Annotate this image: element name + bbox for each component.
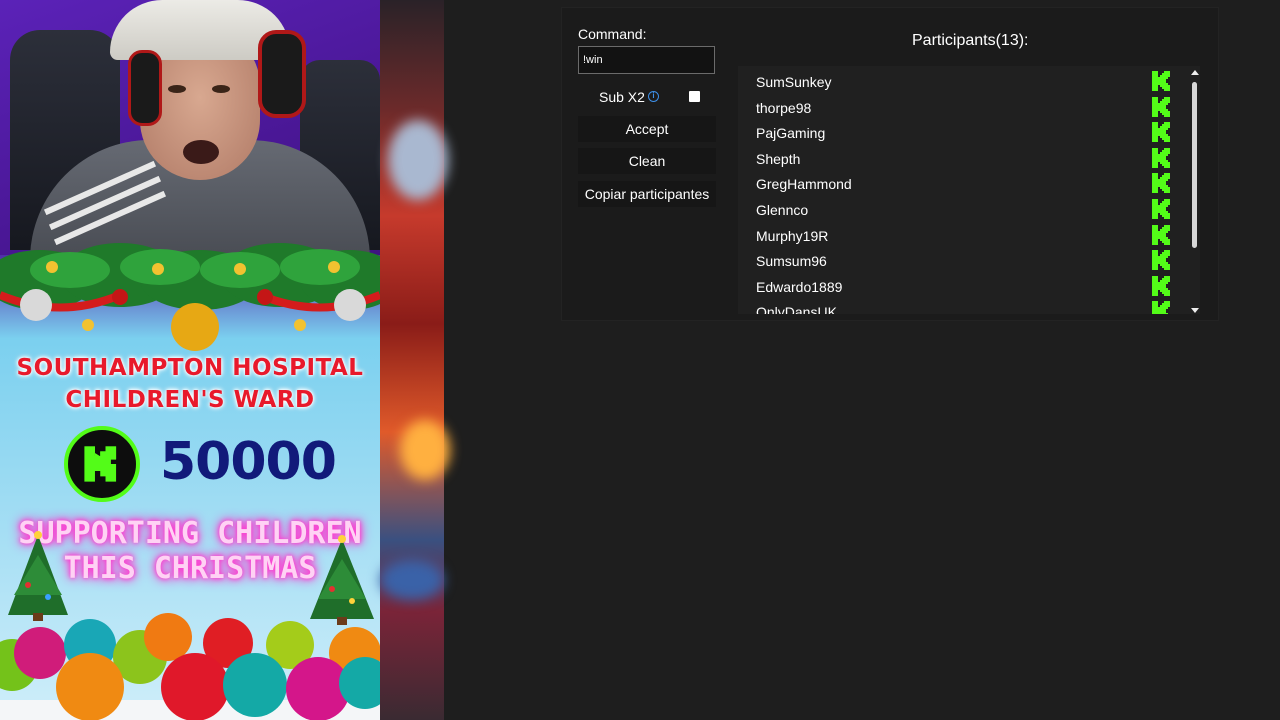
scrollbar[interactable] — [1188, 70, 1200, 314]
scroll-up-arrow-icon[interactable] — [1191, 70, 1199, 75]
kick-icon — [1152, 173, 1170, 194]
participant-row: Shepth — [738, 145, 1178, 171]
participant-row: Sumsum96 — [738, 247, 1178, 273]
charity-title: SOUTHAMPTON HOSPITAL CHILDREN'S WARD — [0, 352, 380, 416]
kick-icon — [1152, 122, 1170, 143]
participant-row: PajGaming — [738, 119, 1178, 145]
streamer-eye — [168, 85, 186, 93]
command-label: Command: — [578, 26, 647, 42]
participant-name: Shepth — [756, 150, 801, 167]
participants-title: Participants(13): — [912, 32, 1029, 49]
christmas-tree-left — [8, 531, 68, 621]
participant-row: SumSunkey — [738, 68, 1178, 94]
streamer-eye — [212, 85, 230, 93]
headset-right — [258, 30, 306, 118]
participant-name: Edwardo1889 — [756, 278, 843, 295]
participant-name: Glennco — [756, 202, 809, 218]
clean-button[interactable]: Clean — [578, 148, 716, 174]
kick-icon — [1152, 301, 1170, 314]
kick-icon — [1152, 71, 1170, 91]
christmas-garland — [0, 243, 380, 351]
participant-name: SumSunkey — [756, 74, 832, 90]
giveaway-panel: Command: Sub X2 i Accept Clean Copiar pa… — [562, 8, 1218, 320]
blur-blob — [388, 120, 448, 200]
participant-row: thorpe98 — [738, 94, 1178, 120]
blur-blob — [380, 560, 444, 600]
kick-icon — [1152, 147, 1170, 168]
participant-row: Murphy19R — [738, 222, 1178, 248]
participant-name: PajGaming — [756, 125, 826, 142]
participant-name: Sumsum96 — [756, 253, 827, 270]
subx2-row: Sub X2 i — [578, 88, 716, 106]
charity-title-line1: SOUTHAMPTON HOSPITAL — [16, 355, 364, 381]
participant-row: Glennco — [738, 196, 1178, 222]
kick-logo-icon — [64, 426, 140, 502]
kick-icon — [1152, 96, 1170, 117]
participant-name: OnlyDansUK — [756, 304, 837, 314]
christmas-tree-right — [310, 535, 374, 625]
copy-participants-button[interactable]: Copiar participantes — [578, 181, 716, 207]
kick-icon — [1152, 275, 1170, 296]
kick-icon — [1152, 199, 1170, 219]
goal-amount: 50000 — [160, 432, 337, 492]
participant-row: GregHammond — [738, 170, 1178, 196]
command-input[interactable] — [578, 46, 715, 74]
streamer-mouth — [183, 140, 219, 164]
scroll-down-arrow-icon[interactable] — [1191, 308, 1199, 313]
participant-name: GregHammond — [756, 176, 852, 193]
kick-icon — [1152, 250, 1170, 271]
subx2-label: Sub X2 — [599, 89, 645, 105]
blur-blob — [400, 420, 450, 480]
subx2-checkbox[interactable] — [689, 91, 700, 102]
headset-left — [128, 50, 162, 126]
charity-title-line2: CHILDREN'S WARD — [65, 387, 315, 413]
stream-overlay: SOUTHAMPTON HOSPITAL CHILDREN'S WARD 500… — [0, 0, 380, 720]
participant-row: OnlyDansUK — [738, 298, 1178, 314]
participant-name: thorpe98 — [756, 99, 812, 116]
kick-icon — [1152, 224, 1170, 245]
accept-button[interactable]: Accept — [578, 116, 716, 142]
webcam-feed — [0, 0, 380, 255]
scroll-thumb[interactable] — [1192, 82, 1197, 248]
background-blur-strip — [380, 0, 450, 720]
participant-row: Edwardo1889 — [738, 273, 1178, 299]
participants-list[interactable]: SumSunkey thorpe98 PajGaming Shepth GregHamm… — [738, 66, 1200, 314]
christmas-decorations — [0, 531, 380, 720]
participant-name: Murphy19R — [756, 227, 829, 244]
info-icon[interactable]: i — [648, 91, 659, 102]
